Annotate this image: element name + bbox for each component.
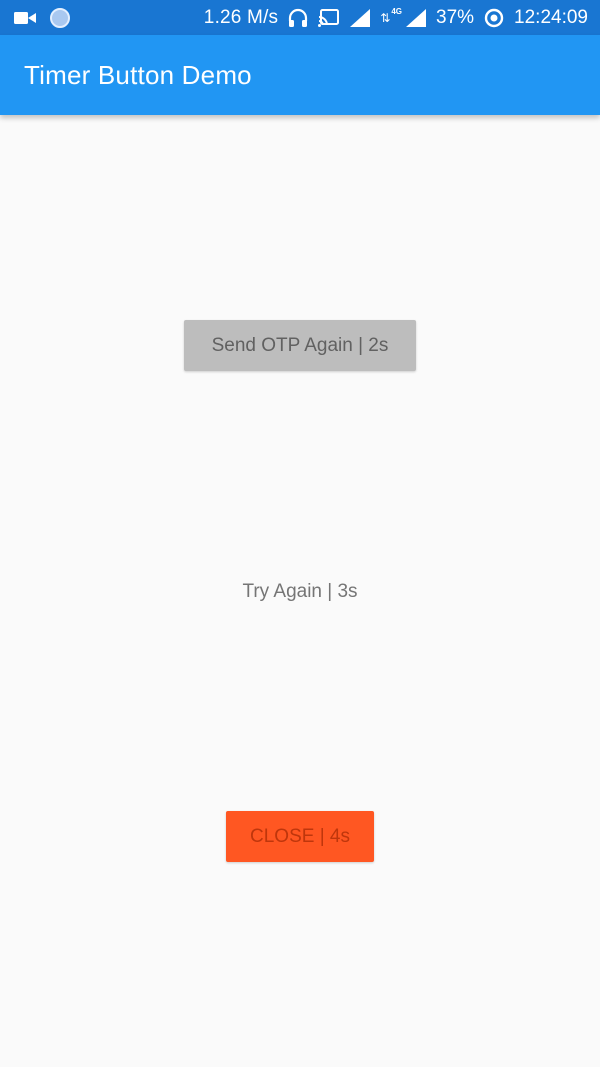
status-bar: 1.26 M/s ⇅ 4G 37% 12:24:09 — [0, 0, 600, 35]
network-type: 4G — [391, 7, 402, 16]
battery-saver-icon — [484, 8, 504, 27]
headphones-icon — [289, 8, 308, 27]
app-bar: Timer Button Demo — [0, 35, 600, 115]
send-otp-again-label: Send OTP Again | 2s — [211, 334, 389, 356]
battery-percentage: 37% — [436, 6, 475, 28]
circle-notification-icon — [50, 7, 70, 28]
app-screen: 1.26 M/s ⇅ 4G 37% 12:24:09 Timer Button … — [0, 0, 600, 1067]
try-again-button[interactable]: Try Again | 3s — [200, 566, 400, 617]
signal-icon — [350, 8, 371, 27]
send-otp-again-button[interactable]: Send OTP Again | 2s — [184, 320, 416, 371]
clock: 12:24:09 — [514, 6, 588, 28]
try-again-label: Try Again | 3s — [242, 580, 358, 602]
close-button[interactable]: CLOSE | 4s — [226, 811, 374, 862]
app-title: Timer Button Demo — [24, 59, 252, 90]
signal-2-icon — [406, 8, 426, 27]
cast-icon — [318, 8, 340, 27]
data-arrows-icon: ⇅ 4G — [380, 7, 402, 25]
status-left-group — [14, 7, 70, 28]
network-speed: 1.26 M/s — [203, 6, 279, 28]
close-label: CLOSE | 4s — [250, 825, 350, 847]
status-right-group: 1.26 M/s ⇅ 4G 37% 12:24:09 — [204, 7, 588, 29]
video-camera-icon — [14, 11, 36, 24]
